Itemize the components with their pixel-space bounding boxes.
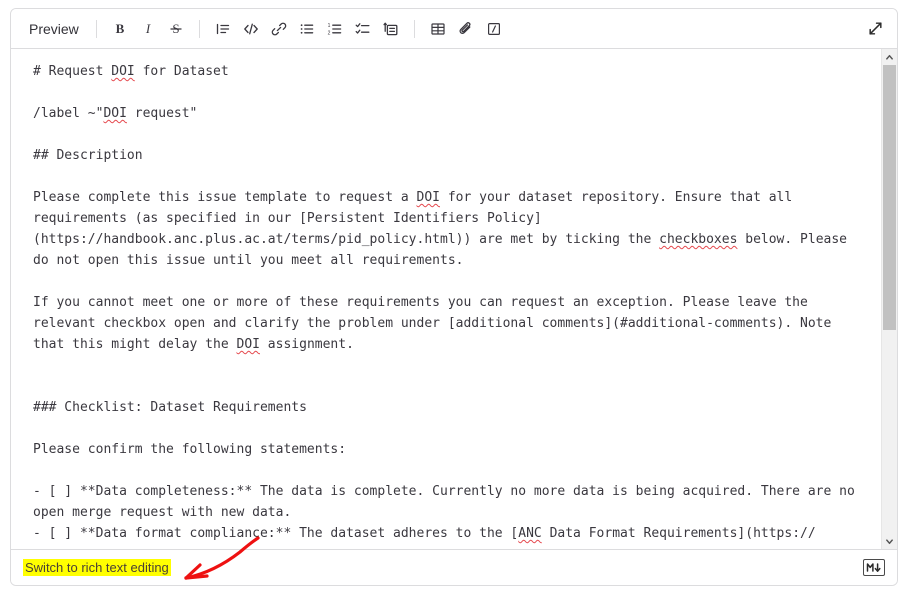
spellcheck-word: DOI — [103, 106, 127, 121]
quick-actions-button[interactable] — [481, 16, 507, 42]
scrollbar-track[interactable] — [882, 65, 897, 533]
markdown-line: Please complete this issue template to r… — [33, 190, 855, 268]
svg-text:B: B — [115, 21, 124, 36]
chevron-down-icon — [885, 537, 894, 546]
markdown-line: - [ ] **Data format compliance:** The da… — [33, 526, 816, 541]
toolbar-divider — [95, 19, 97, 38]
editor-text-region: # Request DOI for Dataset /label ~"DOI r… — [11, 49, 897, 549]
scrollbar-down-button[interactable] — [882, 533, 897, 549]
markdown-source-text: # Request DOI for Dataset /label ~"DOI r… — [33, 61, 867, 544]
chevron-up-icon — [885, 53, 894, 62]
markdown-line — [33, 376, 867, 397]
markdown-line: - [ ] **Data completeness:** The data is… — [33, 484, 863, 520]
expand-diagonal-icon — [867, 20, 884, 37]
slash-command-icon — [486, 21, 502, 37]
markdown-line: # Request DOI for Dataset — [33, 64, 229, 79]
markdown-editor-window: Preview B I S — [10, 8, 898, 586]
bullet-list-button[interactable] — [294, 16, 320, 42]
spellcheck-word: checkboxes — [659, 232, 738, 247]
spellcheck-word: DOI — [111, 64, 135, 79]
numbered-list-icon: 1 2 — [327, 21, 343, 37]
bullet-list-icon — [299, 21, 315, 37]
link-icon — [271, 21, 287, 37]
attach-file-button[interactable] — [453, 16, 479, 42]
toolbar-divider — [413, 19, 415, 38]
markdown-line — [33, 124, 867, 145]
checklist-icon — [355, 21, 371, 37]
bold-button[interactable]: B — [107, 16, 133, 42]
bold-icon: B — [112, 21, 128, 37]
numbered-list-button[interactable]: 1 2 — [322, 16, 348, 42]
editor-toolbar: Preview B I S — [11, 9, 897, 49]
markdown-line: ## Description — [33, 148, 143, 163]
markdown-line: ### Checklist: Dataset Requirements — [33, 400, 307, 415]
markdown-line — [33, 355, 867, 376]
editor-footer: Switch to rich text editing — [11, 549, 897, 585]
spellcheck-word: DOI — [416, 190, 440, 205]
table-icon — [430, 21, 446, 37]
markdown-line — [33, 82, 867, 103]
table-button[interactable] — [425, 16, 451, 42]
code-icon — [243, 21, 259, 37]
spellcheck-word: DOI — [236, 337, 260, 352]
spellcheck-word: ANC — [518, 526, 542, 541]
checklist-button[interactable] — [350, 16, 376, 42]
markdown-line — [33, 460, 867, 481]
svg-text:2: 2 — [327, 30, 330, 36]
markdown-icon — [866, 562, 882, 573]
blockquote-button[interactable] — [210, 16, 236, 42]
blockquote-icon — [215, 21, 231, 37]
markdown-textarea[interactable]: # Request DOI for Dataset /label ~"DOI r… — [11, 49, 881, 549]
italic-icon: I — [140, 21, 156, 37]
svg-text:1: 1 — [327, 23, 330, 29]
markdown-line: Please confirm the following statements: — [33, 442, 347, 457]
collapsible-section-button[interactable] — [378, 16, 404, 42]
collapsible-section-icon — [383, 21, 399, 37]
link-button[interactable] — [266, 16, 292, 42]
markdown-line — [33, 271, 867, 292]
toolbar-divider — [198, 19, 200, 38]
switch-to-rich-text-link[interactable]: Switch to rich text editing — [23, 559, 171, 576]
strikethrough-icon: S — [168, 21, 184, 37]
italic-button[interactable]: I — [135, 16, 161, 42]
markdown-line: If you cannot meet one or more of these … — [33, 295, 840, 352]
strikethrough-button[interactable]: S — [163, 16, 189, 42]
markdown-line — [33, 166, 867, 187]
preview-tab[interactable]: Preview — [21, 17, 87, 41]
markdown-line — [33, 418, 867, 439]
scrollbar-up-button[interactable] — [882, 49, 897, 65]
scrollbar-thumb[interactable] — [883, 65, 896, 330]
expand-editor-button[interactable] — [862, 16, 888, 42]
paperclip-icon — [458, 21, 474, 37]
editor-scrollbar[interactable] — [881, 49, 897, 549]
code-button[interactable] — [238, 16, 264, 42]
markdown-line: /label ~"DOI request" — [33, 106, 198, 121]
svg-text:I: I — [145, 21, 151, 36]
markdown-badge[interactable] — [863, 559, 885, 576]
